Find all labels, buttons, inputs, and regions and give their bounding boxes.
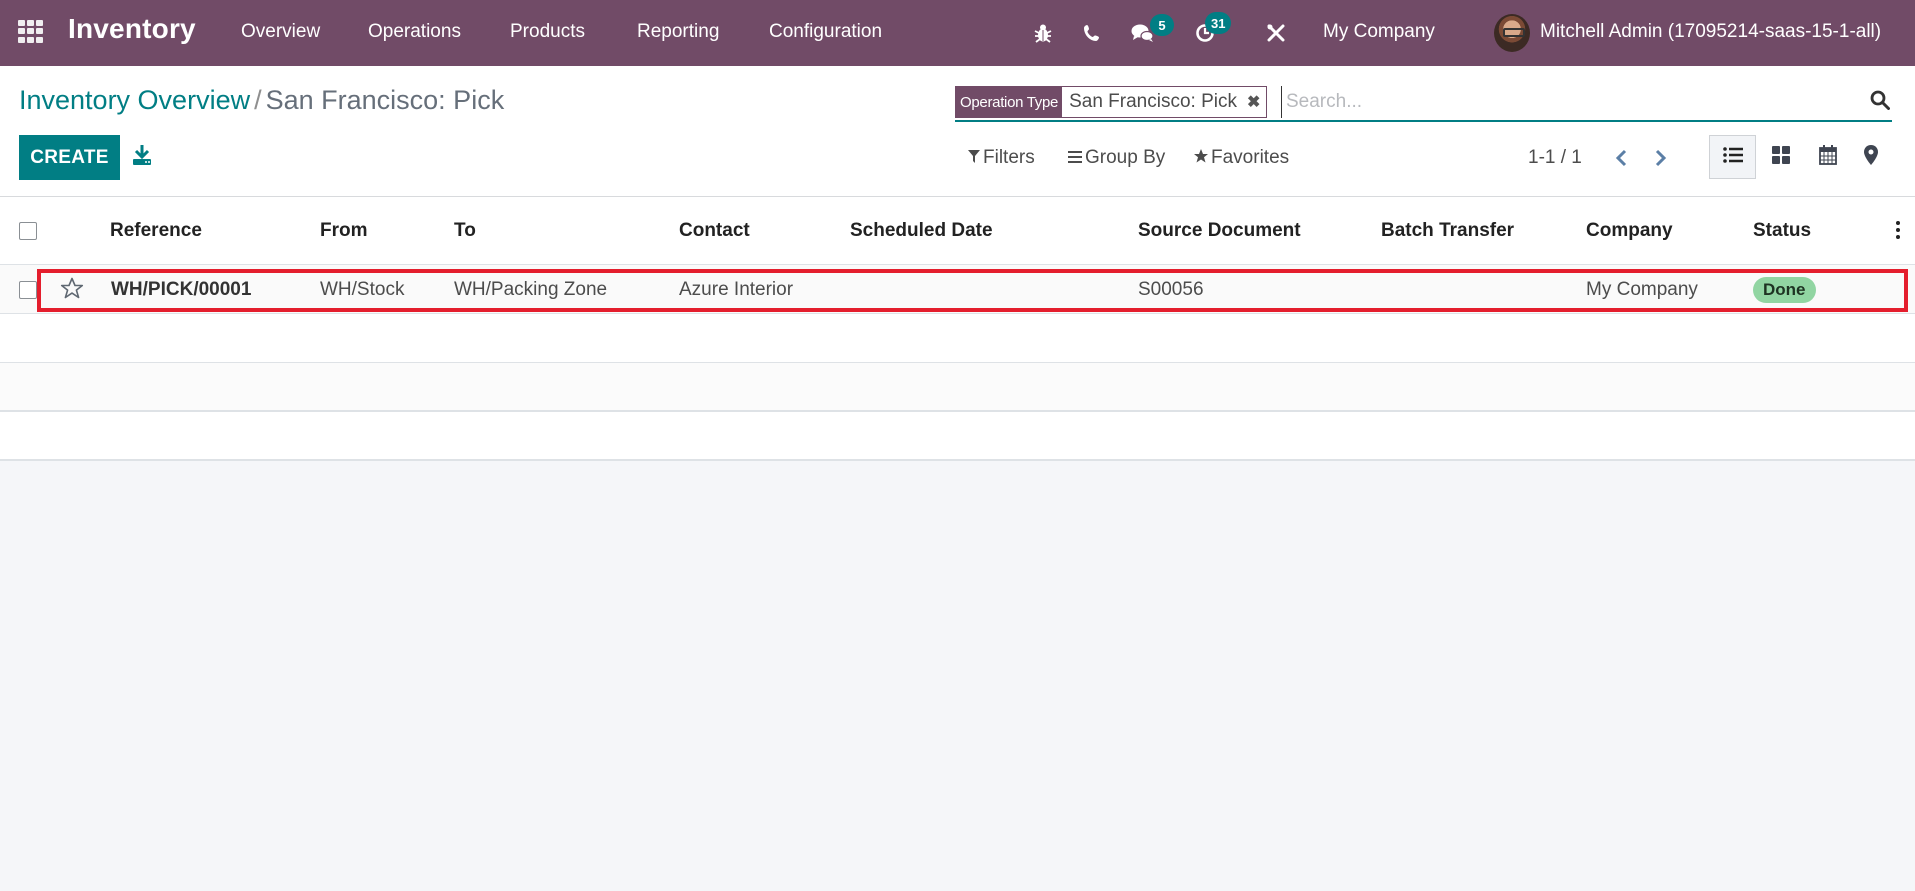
user-avatar[interactable] [1494,14,1530,52]
list-icon [1722,146,1743,168]
column-header-to[interactable]: To [454,220,476,242]
star-icon [1194,147,1208,169]
breadcrumb-current: San Francisco: Pick [265,85,505,115]
main-navbar: Inventory Overview Operations Products R… [0,0,1915,66]
priority-star-icon[interactable] [60,277,84,305]
group-by-icon [1068,147,1082,169]
kanban-view-button[interactable] [1757,135,1804,179]
column-header-reference[interactable]: Reference [110,220,202,242]
app-title[interactable]: Inventory [68,13,196,45]
menu-reporting[interactable]: Reporting [637,21,719,43]
user-menu[interactable]: Mitchell Admin (17095214-saas-15-1-all) [1540,21,1881,43]
search-facet-operation-type: Operation Type San Francisco: Pick ✖ [955,86,1268,118]
column-header-from[interactable]: From [320,220,368,242]
pager-next-icon[interactable] [1648,145,1674,171]
calendar-view-button[interactable] [1804,135,1851,179]
phone-icon[interactable] [1079,20,1105,46]
list-view-button[interactable] [1709,135,1756,179]
bug-icon[interactable] [1030,20,1056,46]
activities-count-badge: 31 [1205,12,1232,34]
calendar-icon [1818,144,1837,170]
download-icon[interactable] [132,144,156,170]
pager-value[interactable]: 1-1 / 1 [1528,147,1582,169]
optional-columns-icon[interactable] [1895,221,1901,239]
company-switcher[interactable]: My Company [1323,21,1435,43]
breadcrumb-separator: / [254,85,262,115]
group-by-button[interactable]: Group By [1068,147,1165,169]
select-all-checkbox[interactable] [19,222,37,240]
facet-value: San Francisco: Pick ✖ [1062,87,1267,117]
status-badge: Done [1753,277,1816,303]
filters-button[interactable]: Filters [968,147,1035,169]
messages-count-badge: 5 [1150,14,1174,36]
filters-label: Filters [983,147,1035,168]
cell-reference[interactable]: WH/PICK/00001 [111,279,251,301]
favorites-button[interactable]: Favorites [1194,147,1289,169]
facet-value-text: San Francisco: Pick [1069,91,1237,112]
cell-from: WH/Stock [320,279,405,300]
cell-contact: Azure Interior [679,279,794,300]
control-panel: Inventory Overview / San Francisco: Pick C… [0,66,1915,197]
facet-label: Operation Type [956,87,1063,117]
column-header-status[interactable]: Status [1753,220,1811,242]
column-header-scheduled-date[interactable]: Scheduled Date [850,220,993,242]
tools-icon[interactable] [1263,20,1289,46]
empty-row [0,314,1915,363]
filter-icon [968,147,980,169]
group-by-label: Group By [1085,147,1166,168]
breadcrumb: Inventory Overview / San Francisco: Pick [19,85,504,116]
column-header-company[interactable]: Company [1586,220,1673,242]
pager-previous-icon[interactable] [1608,145,1634,171]
breadcrumb-inventory-overview[interactable]: Inventory Overview [19,85,250,115]
menu-configuration[interactable]: Configuration [769,21,882,43]
column-header-source-document[interactable]: Source Document [1138,220,1301,242]
remove-facet-icon[interactable]: ✖ [1247,92,1260,112]
menu-operations[interactable]: Operations [368,21,461,43]
favorites-label: Favorites [1211,147,1290,168]
search-bar: Operation Type San Francisco: Pick ✖ [955,84,1892,122]
menu-overview[interactable]: Overview [241,21,320,43]
map-marker-icon [1863,144,1878,170]
menu-products[interactable]: Products [510,21,585,43]
create-button[interactable]: CREATE [19,135,120,180]
empty-row [0,412,1915,461]
row-select-checkbox[interactable] [19,281,37,299]
empty-row [0,363,1915,412]
search-icon[interactable] [1870,90,1892,112]
search-input[interactable] [1281,86,1821,118]
cell-source-document: S00056 [1138,279,1204,300]
kanban-icon [1771,145,1790,169]
list-header: Reference From To Contact Scheduled Date… [0,197,1915,265]
transfers-list: Reference From To Contact Scheduled Date… [0,197,1915,461]
cell-company: My Company [1586,279,1698,300]
column-header-batch-transfer[interactable]: Batch Transfer [1381,220,1514,242]
cell-to: WH/Packing Zone [454,279,608,300]
map-view-button[interactable] [1847,135,1894,179]
apps-menu-icon[interactable] [18,20,45,43]
column-header-contact[interactable]: Contact [679,220,750,242]
